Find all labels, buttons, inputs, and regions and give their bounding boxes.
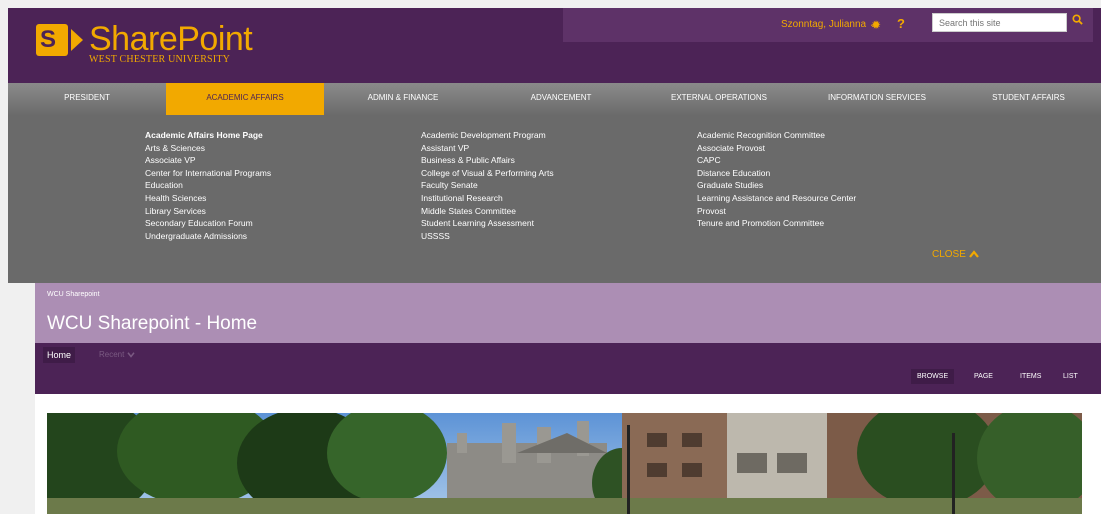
- nav-president[interactable]: PRESIDENT: [8, 83, 166, 115]
- brand-title: SharePoint: [89, 20, 253, 58]
- logo-text: SharePoint WEST CHESTER UNIVERSITY: [89, 20, 253, 65]
- help-icon[interactable]: ?: [897, 16, 905, 31]
- nav-academic-affairs[interactable]: ACADEMIC AFFAIRS: [166, 83, 324, 115]
- logo-letter: S: [40, 26, 57, 53]
- menu-link[interactable]: Distance Education: [697, 167, 856, 180]
- menu-link[interactable]: Education: [145, 179, 271, 192]
- menu-link[interactable]: Student Learning Assessment: [421, 217, 554, 230]
- mega-menu-column-3: Academic Recognition Committee Associate…: [697, 129, 856, 230]
- close-menu-button[interactable]: CLOSE: [932, 249, 979, 260]
- menu-link[interactable]: Business & Public Affairs: [421, 154, 554, 167]
- logo-arrow-icon: [71, 29, 83, 51]
- global-nav: PRESIDENT ACADEMIC AFFAIRS ADMIN & FINAN…: [8, 83, 1101, 115]
- menu-link[interactable]: Secondary Education Forum: [145, 217, 271, 230]
- nav-external-operations[interactable]: EXTERNAL OPERATIONS: [640, 83, 798, 115]
- menu-link[interactable]: Academic Development Program: [421, 129, 554, 142]
- ribbon-tab-page[interactable]: PAGE: [968, 369, 999, 384]
- sharepoint-logo[interactable]: S SharePoint WEST CHESTER UNIVERSITY: [36, 20, 253, 65]
- chevron-up-icon: [968, 250, 979, 259]
- nav-advancement[interactable]: ADVANCEMENT: [482, 83, 640, 115]
- menu-link[interactable]: Provost: [697, 205, 856, 218]
- menu-link[interactable]: Academic Affairs Home Page: [145, 129, 271, 142]
- menu-link[interactable]: Tenure and Promotion Committee: [697, 217, 856, 230]
- ribbon-tab-list[interactable]: LIST: [1057, 369, 1084, 384]
- tab-home[interactable]: Home: [43, 347, 76, 363]
- user-menu[interactable]: Szonntag, Julianna ⌄: [781, 19, 877, 30]
- mega-menu: Academic Affairs Home Page Arts & Scienc…: [8, 115, 1101, 283]
- search-icon[interactable]: [1072, 14, 1083, 28]
- menu-link[interactable]: Academic Recognition Committee: [697, 129, 856, 142]
- brand-subtitle: WEST CHESTER UNIVERSITY: [89, 54, 231, 65]
- menu-link[interactable]: Middle States Committee: [421, 205, 554, 218]
- recent-label: Recent: [99, 350, 125, 359]
- menu-link[interactable]: Assistant VP: [421, 142, 554, 155]
- menu-link[interactable]: College of Visual & Performing Arts: [421, 167, 554, 180]
- close-label: CLOSE: [932, 249, 966, 260]
- recent-dropdown[interactable]: Recent: [99, 350, 135, 359]
- menu-link[interactable]: USSSS: [421, 230, 554, 243]
- menu-link[interactable]: Faculty Senate: [421, 179, 554, 192]
- menu-link[interactable]: CAPC: [697, 154, 856, 167]
- mega-menu-column-2: Academic Development Program Assistant V…: [421, 129, 554, 242]
- menu-link[interactable]: Undergraduate Admissions: [145, 230, 271, 243]
- breadcrumb[interactable]: WCU Sharepoint: [47, 291, 100, 298]
- user-panel: Szonntag, Julianna ⌄ ✹ ?: [563, 8, 1093, 42]
- quick-launch-bar: Home Recent BROWSE PAGE ITEMS LIST: [35, 343, 1101, 394]
- menu-link[interactable]: Associate VP: [145, 154, 271, 167]
- page-title: WCU Sharepoint - Home: [47, 313, 258, 334]
- menu-link[interactable]: Associate Provost: [697, 142, 856, 155]
- menu-link[interactable]: Arts & Sciences: [145, 142, 271, 155]
- menu-link[interactable]: Graduate Studies: [697, 179, 856, 192]
- nav-student-affairs[interactable]: STUDENT AFFAIRS: [956, 83, 1101, 115]
- nav-admin-finance[interactable]: ADMIN & FINANCE: [324, 83, 482, 115]
- chevron-down-icon: [127, 352, 135, 358]
- ribbon-tab-browse[interactable]: BROWSE: [911, 369, 955, 384]
- search-input[interactable]: [932, 13, 1067, 32]
- gear-icon[interactable]: ✹: [871, 18, 881, 32]
- menu-link[interactable]: Institutional Research: [421, 192, 554, 205]
- user-name: Szonntag, Julianna: [781, 19, 867, 30]
- menu-link[interactable]: Center for International Programs: [145, 167, 271, 180]
- menu-link[interactable]: Learning Assistance and Resource Center: [697, 192, 856, 205]
- main-content: [35, 394, 1101, 514]
- campus-banner-image: [47, 413, 1082, 514]
- page-title-band: WCU Sharepoint WCU Sharepoint - Home: [35, 283, 1101, 343]
- sharepoint-logo-icon: S: [36, 24, 68, 56]
- nav-information-services[interactable]: INFORMATION SERVICES: [798, 83, 956, 115]
- menu-link[interactable]: Library Services: [145, 205, 271, 218]
- mega-menu-column-1: Academic Affairs Home Page Arts & Scienc…: [145, 129, 271, 242]
- menu-link[interactable]: Health Sciences: [145, 192, 271, 205]
- ribbon-tab-items[interactable]: ITEMS: [1014, 369, 1047, 384]
